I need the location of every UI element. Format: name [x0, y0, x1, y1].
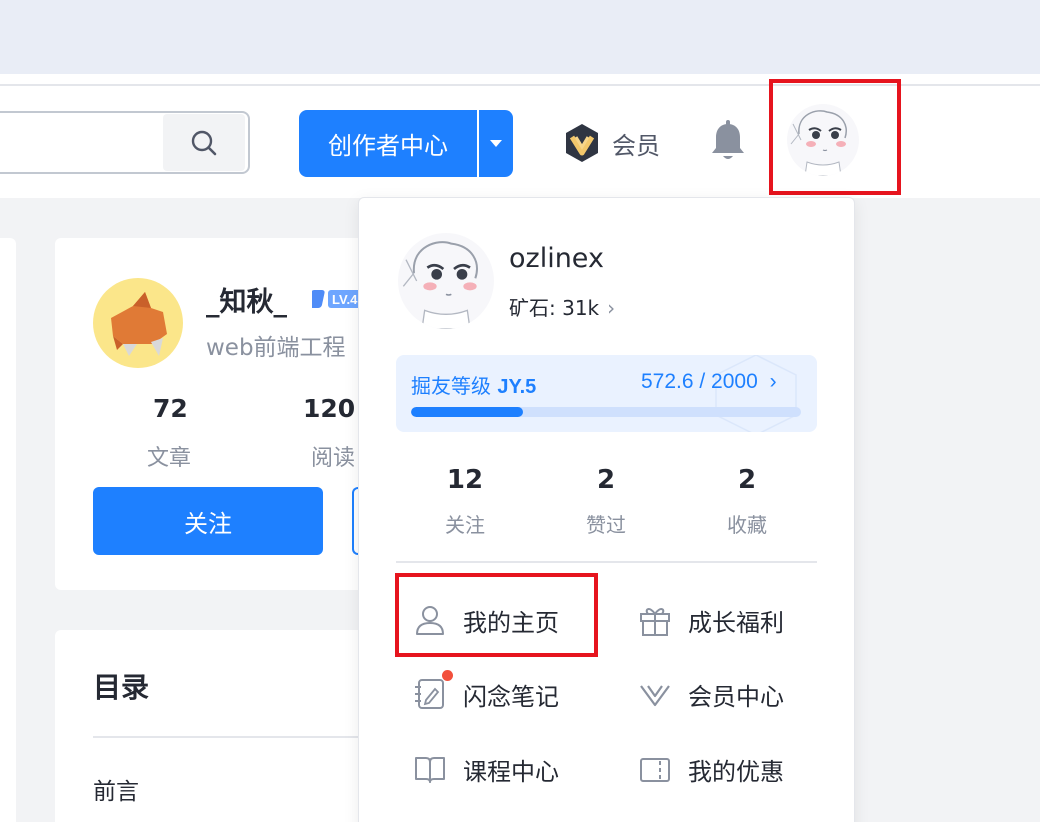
menu-item-growth-benefits[interactable]: 成长福利	[638, 596, 784, 644]
left-sidebar-card	[0, 238, 16, 822]
follow-label: 关注	[184, 509, 232, 538]
author-stat-label: 阅读	[311, 446, 356, 471]
author-stat-label: 文章	[147, 446, 192, 471]
ore-balance: 矿石: 31k	[509, 296, 600, 320]
dropdown-stat-value[interactable]: 2	[697, 465, 797, 495]
level-progress-bar	[411, 407, 801, 417]
vip-label: 会员	[612, 131, 660, 160]
menu-item-course-center[interactable]: 课程中心	[413, 745, 559, 793]
vip-entry[interactable]: 会员	[562, 122, 660, 164]
corgi-avatar-image	[93, 278, 183, 368]
notification-dot	[442, 670, 453, 681]
search-icon	[191, 130, 217, 155]
level-label-level: JY.5	[497, 376, 537, 398]
chevron-right-icon: ›	[607, 296, 616, 320]
book-icon	[415, 757, 445, 783]
dropdown-stat-value[interactable]: 12	[415, 465, 515, 495]
creator-center-button[interactable]: 创作者中心	[299, 110, 477, 177]
level-label-prefix: 掘友等级	[411, 374, 491, 398]
level-label: 掘友等级 JY.5	[411, 370, 536, 399]
creator-center-label: 创作者中心	[328, 132, 448, 160]
menu-item-label: 成长福利	[688, 608, 784, 637]
menu-item-label: 会员中心	[688, 682, 784, 711]
level-value: 572.6 / 2000 ›	[641, 370, 777, 394]
menu-item-label: 课程中心	[463, 757, 559, 786]
author-stat-value: 120k	[303, 394, 357, 423]
avatar	[398, 233, 494, 329]
menu-highlight-box	[395, 573, 598, 657]
chevron-right-icon: ›	[769, 370, 777, 393]
menu-item-vip-center[interactable]: 会员中心	[638, 670, 784, 718]
search-button[interactable]	[163, 114, 245, 171]
note-icon	[415, 679, 444, 709]
vip-icon	[640, 685, 670, 707]
dropdown-stat-value[interactable]: 2	[556, 465, 656, 495]
toc-divider	[93, 736, 373, 738]
dropdown-username: ozlinex	[509, 243, 604, 274]
menu-item-flash-notes[interactable]: 闪念笔记	[413, 670, 559, 718]
level-badge-text: LV.4	[332, 292, 358, 307]
creator-center-dropdown-button[interactable]	[479, 110, 513, 177]
dropdown-stat-label[interactable]: 赞过	[556, 509, 656, 538]
author-description: web前端工程	[206, 335, 346, 361]
menu-item-label: 我的优惠	[688, 757, 784, 786]
author-avatar[interactable]	[93, 278, 183, 368]
menu-item-my-coupons[interactable]: 我的优惠	[638, 745, 784, 793]
level-value-text: 572.6 / 2000	[641, 370, 758, 393]
toc-item[interactable]: 前言	[93, 772, 139, 806]
browser-top-band	[0, 0, 1040, 74]
dropdown-divider	[396, 561, 817, 563]
toc-title: 目录	[93, 671, 150, 704]
author-name[interactable]: _知秋_	[206, 280, 287, 319]
dropdown-avatar[interactable]	[398, 233, 494, 329]
ore-balance-link[interactable]: 矿石: 31k ›	[509, 292, 615, 321]
avatar-highlight-box	[769, 79, 901, 195]
notification-bell-icon[interactable]	[708, 120, 748, 164]
follow-button[interactable]: 关注	[93, 487, 323, 555]
level-progress-fill	[411, 407, 523, 417]
author-stat-value: 72	[153, 394, 188, 423]
menu-item-label: 闪念笔记	[463, 682, 559, 711]
coupon-icon	[640, 758, 670, 782]
dropdown-stat-label[interactable]: 收藏	[697, 509, 797, 538]
vip-badge-icon	[566, 124, 598, 162]
caret-down-icon	[490, 140, 502, 147]
gift-icon	[640, 608, 670, 636]
dropdown-stat-label[interactable]: 关注	[415, 509, 515, 538]
